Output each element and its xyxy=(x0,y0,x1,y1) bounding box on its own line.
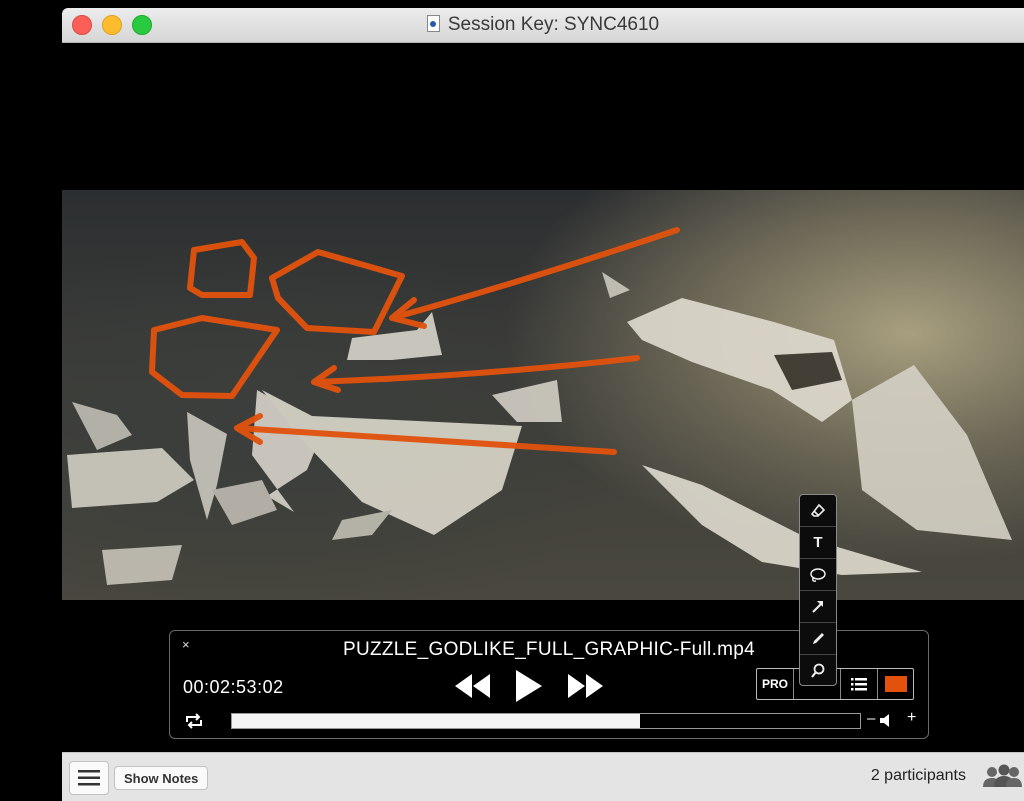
document-icon xyxy=(426,15,440,32)
text-tool-icon: T xyxy=(813,534,823,551)
play-button[interactable] xyxy=(514,669,544,703)
progress-fill xyxy=(232,714,641,728)
list-icon xyxy=(851,677,867,690)
participants-button[interactable] xyxy=(982,764,1022,793)
pen-icon xyxy=(813,632,824,644)
title-bar: Session Key: SYNC4610 xyxy=(62,8,1024,43)
color-swatch xyxy=(884,676,907,692)
fast-forward-icon xyxy=(568,674,603,698)
zoom-tool[interactable] xyxy=(800,655,836,686)
app-window: Session Key: SYNC4610 × PUZZLE_GODLIKE_F… xyxy=(62,0,1024,801)
annotation-toolbar: T xyxy=(799,494,837,686)
hamburger-icon xyxy=(78,770,100,786)
zoom-icon xyxy=(811,663,825,678)
fast-forward-button[interactable] xyxy=(566,673,604,699)
text-tool[interactable]: T xyxy=(800,527,836,559)
arrow-tool-icon xyxy=(812,600,823,613)
rewind-button[interactable] xyxy=(454,673,492,699)
loop-button[interactable] xyxy=(184,713,204,734)
lasso-icon xyxy=(810,567,826,582)
eraser-icon xyxy=(810,503,826,517)
people-icon xyxy=(983,764,1022,787)
loop-icon xyxy=(186,713,202,729)
pro-button[interactable]: PRO xyxy=(757,669,794,699)
arrow-tool[interactable] xyxy=(800,591,836,623)
volume-down-button[interactable]: – xyxy=(867,710,875,727)
progress-bar[interactable] xyxy=(231,713,861,729)
window-title: Session Key: SYNC4610 xyxy=(447,14,660,35)
window-title-group: Session Key: SYNC4610 xyxy=(62,14,1024,36)
pen-tool[interactable] xyxy=(800,623,836,655)
menu-button[interactable] xyxy=(69,761,109,795)
play-icon xyxy=(516,670,542,702)
lasso-tool[interactable] xyxy=(800,559,836,591)
eraser-tool[interactable] xyxy=(800,495,836,527)
speaker-icon xyxy=(880,714,889,727)
transport-controls xyxy=(454,669,604,703)
video-frame[interactable] xyxy=(62,190,1024,600)
participants-count: 2 participants xyxy=(870,767,966,784)
volume-up-button[interactable]: + xyxy=(907,709,916,727)
rewind-icon xyxy=(455,674,490,698)
bottom-bar: Show Notes 2 participants xyxy=(62,752,1024,801)
playlist-button[interactable] xyxy=(841,669,878,699)
video-content xyxy=(67,227,1012,585)
show-notes-button[interactable]: Show Notes xyxy=(114,766,209,790)
volume-icon[interactable] xyxy=(880,714,894,732)
timecode: 00:02:53:02 xyxy=(183,677,284,697)
annotation-color-button[interactable] xyxy=(878,669,913,699)
